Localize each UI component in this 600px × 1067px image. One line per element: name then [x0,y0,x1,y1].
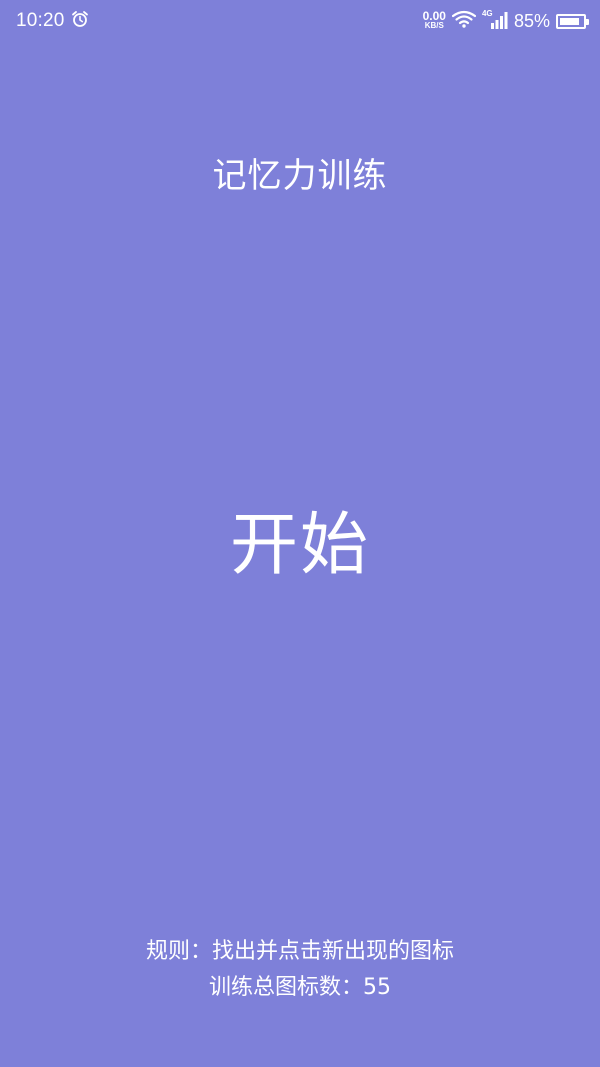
net-speed-unit: KB/S [424,21,444,30]
status-left: 10:20 [16,10,89,32]
rules-label: 规则： [145,939,212,964]
icon-count-line: 训练总图标数：55 [0,970,600,1006]
page-title: 记忆力训练 [212,156,388,196]
battery-percent: 85% [513,10,550,31]
battery-tip [586,18,589,25]
cellular-signal-icon: 4G [482,9,508,31]
battery-fill [560,17,579,25]
alarm-icon [71,10,89,32]
net-speed-value: 0.00 [422,9,446,23]
status-bar: 10:20 0.00 KB/S 4G 85% [0,0,600,42]
status-time: 10:20 [16,10,65,31]
icon-count-value: 55 [363,975,391,1000]
battery-icon [556,13,589,29]
status-right: 0.00 KB/S 4G 85% [422,9,589,32]
footer-info: 规则：找出并点击新出现的图标 训练总图标数：55 [0,934,600,1006]
net-speed: 0.00 KB/S [422,9,446,31]
rules-line: 规则：找出并点击新出现的图标 [0,934,600,970]
rules-text: 找出并点击新出现的图标 [212,939,455,964]
start-button[interactable]: 开始 [150,490,450,586]
wifi-icon [451,10,477,32]
icon-count-label: 训练总图标数： [208,975,363,1000]
